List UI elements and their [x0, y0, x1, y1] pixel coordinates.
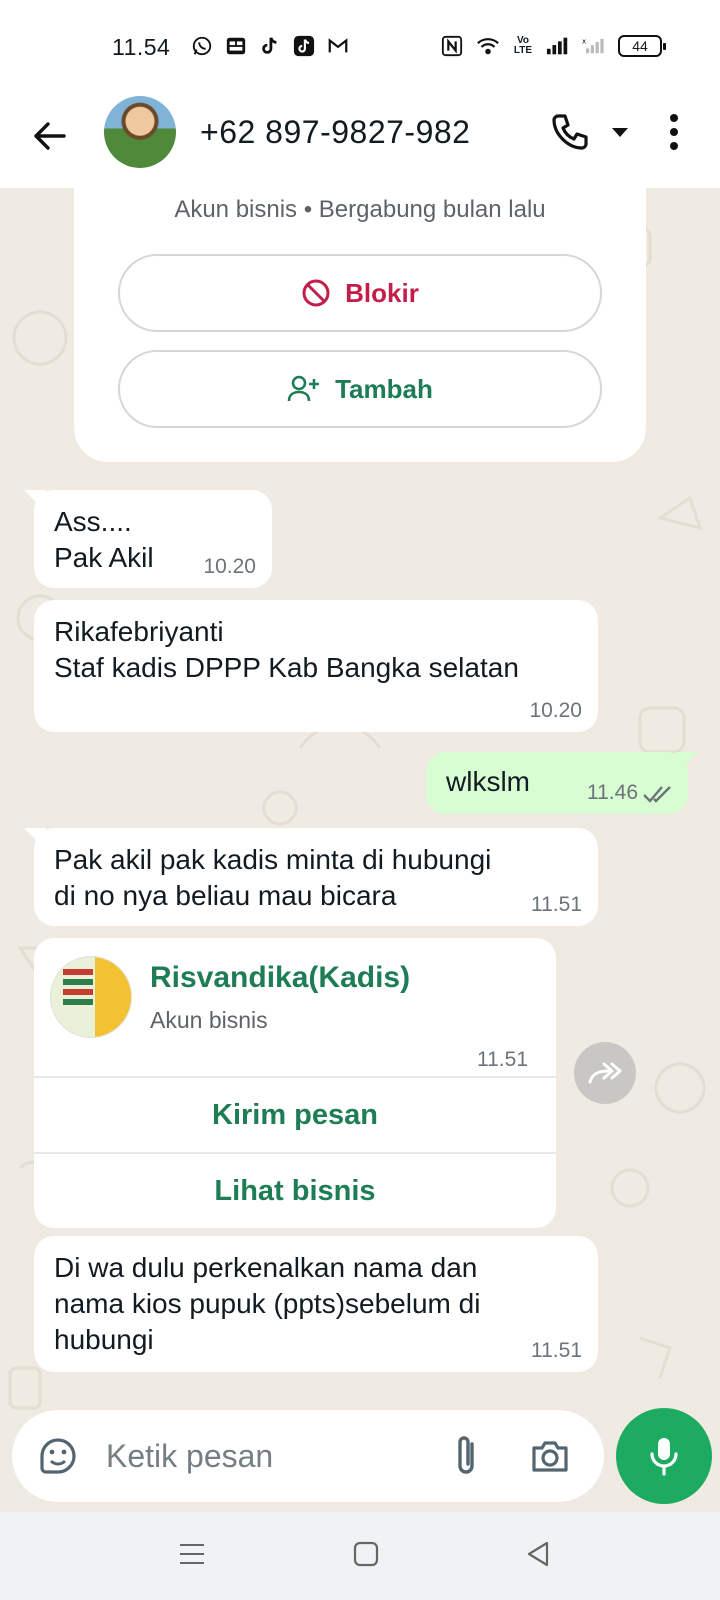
message-bubble-incoming[interactable]: Ass.... Pak Akil 10.20 — [24, 490, 272, 588]
paperclip-icon — [458, 1436, 474, 1474]
contact-name[interactable]: +62 897-9827-982 — [200, 114, 470, 151]
notification-icons — [190, 34, 350, 58]
voice-call-button[interactable] — [548, 110, 592, 154]
phone-icon — [552, 114, 588, 150]
chat-area[interactable]: Akun bisnis • Bergabung bulan lalu Bloki… — [0, 188, 720, 1512]
message-time: 11.46 — [587, 781, 638, 804]
message-time: 11.51 — [477, 1048, 528, 1071]
message-text: Ass.... — [54, 506, 132, 537]
recent-apps-button[interactable] — [178, 1540, 206, 1568]
bank-app-icon — [224, 34, 248, 58]
business-thumbnail[interactable] — [50, 956, 132, 1038]
message-text: Rikafebriyanti — [54, 616, 224, 647]
attach-button[interactable] — [446, 1432, 486, 1480]
business-subtitle: Akun bisnis • Bergabung bulan lalu — [174, 196, 546, 223]
system-icons: Vo LTE x 44 — [440, 34, 666, 58]
whatsapp-icon — [190, 34, 214, 58]
camera-icon — [532, 1441, 568, 1472]
camera-button[interactable] — [528, 1434, 572, 1478]
svg-text:x: x — [582, 37, 587, 46]
sticker-icon — [40, 1438, 76, 1474]
add-contact-button[interactable]: Tambah — [118, 350, 602, 428]
system-navigation-bar — [0, 1512, 720, 1600]
home-button[interactable] — [352, 1540, 380, 1568]
shared-contact-card[interactable]: Risvandika(Kadis) Akun bisnis 11.51 Kiri… — [34, 938, 556, 1228]
tiktok-dark-icon — [292, 34, 316, 58]
message-time: 11.51 — [531, 893, 582, 916]
status-time: 11.54 — [112, 34, 171, 60]
message-text: Staf kadis DPPP Kab Bangka selatan — [54, 652, 519, 683]
view-business-button[interactable]: Lihat bisnis — [34, 1152, 556, 1228]
send-message-button[interactable]: Kirim pesan — [34, 1076, 556, 1152]
wifi-icon — [476, 34, 500, 58]
message-bubble-incoming[interactable]: Pak akil pak kadis minta di hubungi di n… — [24, 828, 598, 926]
contact-avatar[interactable] — [104, 96, 176, 168]
back-button[interactable] — [28, 114, 72, 158]
tiktok-icon — [258, 34, 282, 58]
status-bar: 11.54 Vo LTE x 44 — [0, 0, 720, 92]
message-text: di no nya beliau mau bicara — [54, 880, 397, 911]
message-text: Di wa dulu perkenalkan nama dan — [54, 1252, 478, 1283]
call-options-dropdown[interactable] — [610, 122, 630, 142]
caret-down-icon — [612, 128, 628, 137]
forward-icon — [588, 1062, 622, 1084]
add-label: Tambah — [335, 373, 433, 404]
block-button[interactable]: Blokir — [118, 254, 602, 332]
shared-contact-name[interactable]: Risvandika(Kadis) — [150, 960, 410, 996]
message-text: hubungi — [54, 1324, 154, 1355]
message-time: 10.20 — [203, 555, 256, 578]
gmail-icon — [326, 34, 350, 58]
message-bubble-incoming[interactable]: Rikafebriyanti Staf kadis DPPP Kab Bangk… — [34, 600, 598, 732]
read-receipt-icon — [643, 786, 671, 803]
menu-icon — [180, 1544, 204, 1564]
message-time: 10.20 — [529, 699, 582, 722]
system-back-button[interactable] — [524, 1540, 552, 1568]
square-icon — [353, 1541, 379, 1567]
triangle-back-icon — [527, 1541, 549, 1567]
signal-icon — [546, 34, 570, 58]
message-input[interactable]: Ketik pesan — [106, 1438, 273, 1475]
business-info-card: Akun bisnis • Bergabung bulan lalu Bloki… — [74, 188, 646, 462]
signal-weak-icon: x — [582, 34, 606, 58]
battery-indicator: 44 — [618, 35, 666, 57]
volte-icon: Vo LTE — [513, 35, 533, 56]
block-icon — [302, 279, 330, 307]
message-text: Pak akil pak kadis minta di hubungi — [54, 844, 492, 875]
more-options-button[interactable] — [664, 112, 684, 152]
nfc-icon — [440, 34, 464, 58]
forward-button[interactable] — [574, 1042, 636, 1104]
sticker-button[interactable] — [36, 1434, 80, 1478]
arrow-left-icon — [34, 122, 66, 150]
chat-header: +62 897-9827-982 — [0, 92, 720, 188]
message-bubble-incoming[interactable]: Di wa dulu perkenalkan nama dan nama kio… — [34, 1236, 598, 1372]
microphone-icon — [650, 1438, 678, 1476]
voice-message-button[interactable] — [616, 1408, 712, 1504]
more-vertical-icon — [670, 114, 678, 150]
person-add-icon — [287, 375, 320, 402]
message-composer[interactable]: Ketik pesan — [12, 1410, 604, 1502]
message-bubble-outgoing[interactable]: wlkslm 11.46 — [426, 752, 698, 814]
shared-contact-type: Akun bisnis — [150, 1007, 268, 1033]
message-time: 11.51 — [531, 1339, 582, 1362]
message-text: nama kios pupuk (ppts)sebelum di — [54, 1288, 481, 1319]
block-label: Blokir — [345, 277, 419, 308]
